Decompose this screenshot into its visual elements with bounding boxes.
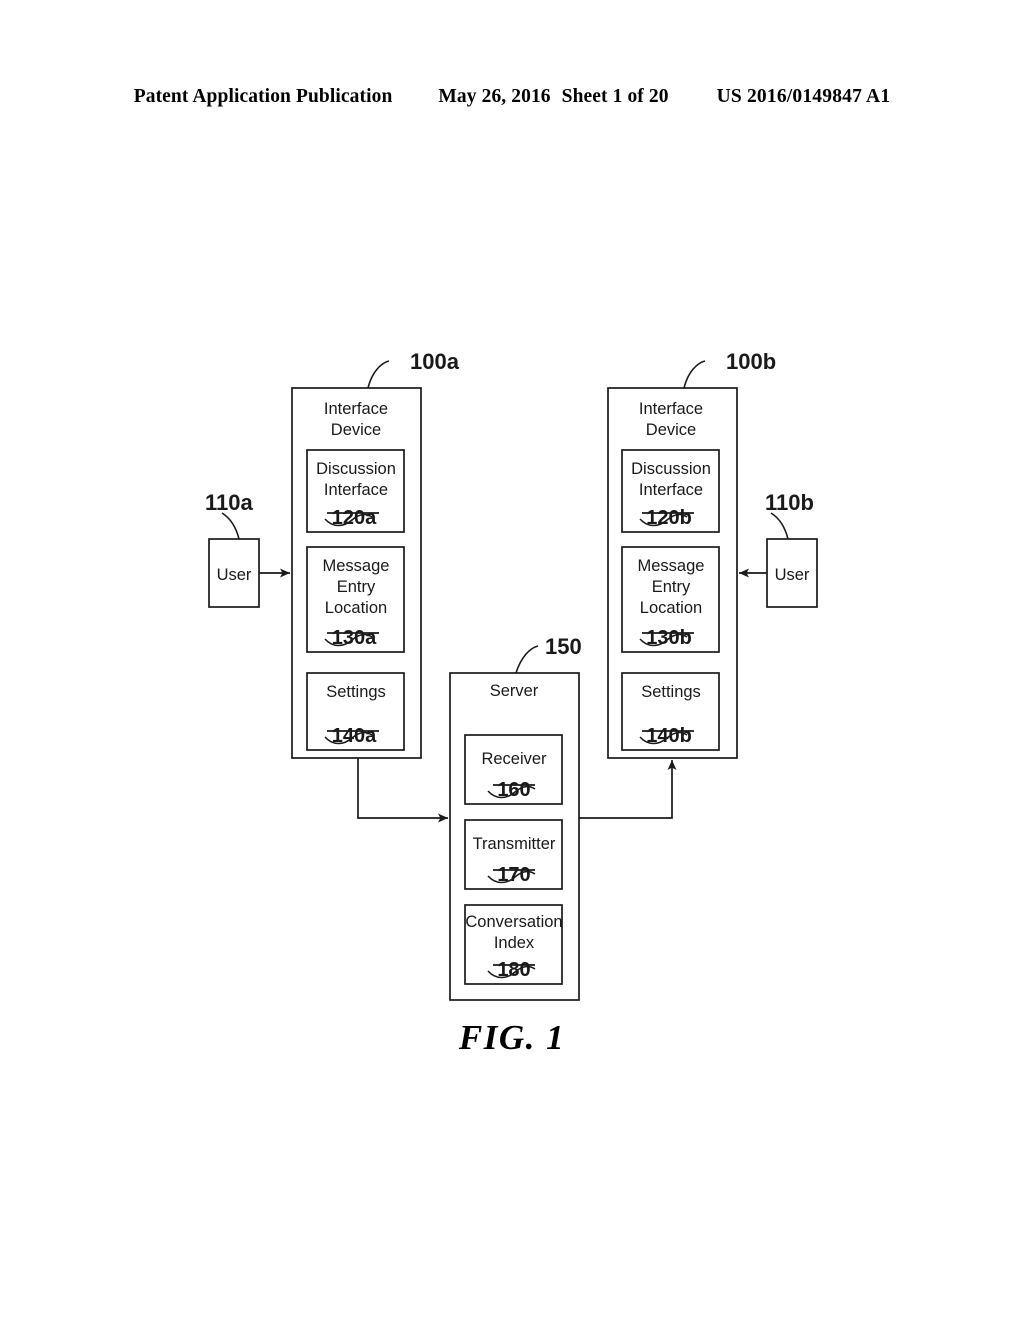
message-entry-location-b-line2: Entry — [652, 578, 691, 596]
figure-caption: FIG. 1 — [458, 1018, 566, 1057]
settings-a-line1: Settings — [326, 683, 386, 701]
discussion-interface-b-line2: Interface — [639, 481, 703, 499]
receiver-line1: Receiver — [481, 750, 547, 768]
message-entry-location-b-ref: 130b — [646, 627, 692, 649]
conversation-index-line2: Index — [494, 934, 535, 952]
message-entry-location-a-line2: Entry — [337, 578, 376, 596]
message-entry-location-b-line3: Location — [640, 599, 702, 617]
receiver-ref: 160 — [497, 779, 530, 801]
device-b-title-line1: Interface — [639, 400, 703, 418]
message-entry-location-a-line1: Message — [323, 557, 390, 575]
conversation-index-ref: 180 — [497, 959, 530, 981]
device-a-ref-label: 100a — [410, 349, 460, 374]
user-b-ref-label: 110b — [765, 490, 814, 515]
discussion-interface-b-ref: 120b — [646, 507, 692, 529]
settings-b-ref: 140b — [646, 725, 692, 747]
transmitter-ref: 170 — [497, 864, 530, 886]
user-b-label: User — [775, 566, 810, 584]
server-ref-label: 150 — [545, 634, 582, 659]
figure-1-drawing: 100a Interface Device Discussion Interfa… — [0, 0, 1024, 1320]
settings-a-ref: 140a — [332, 725, 377, 747]
user-a-ref-label: 110a — [205, 490, 253, 515]
device-a-title-line2: Device — [331, 421, 381, 439]
device-b-title-line2: Device — [646, 421, 696, 439]
device-a-title-line1: Interface — [324, 400, 388, 418]
discussion-interface-a-line1: Discussion — [316, 460, 396, 478]
discussion-interface-b-line1: Discussion — [631, 460, 711, 478]
device-b-ref-label: 100b — [726, 349, 776, 374]
settings-b-line1: Settings — [641, 683, 701, 701]
discussion-interface-a-ref: 120a — [332, 507, 377, 529]
discussion-interface-a-line2: Interface — [324, 481, 388, 499]
user-a-label: User — [217, 566, 252, 584]
server-title: Server — [490, 682, 539, 700]
message-entry-location-a-ref: 130a — [332, 627, 377, 649]
transmitter-line1: Transmitter — [473, 835, 556, 853]
message-entry-location-b-line1: Message — [638, 557, 705, 575]
conversation-index-line1: Conversation — [465, 913, 562, 931]
message-entry-location-a-line3: Location — [325, 599, 387, 617]
